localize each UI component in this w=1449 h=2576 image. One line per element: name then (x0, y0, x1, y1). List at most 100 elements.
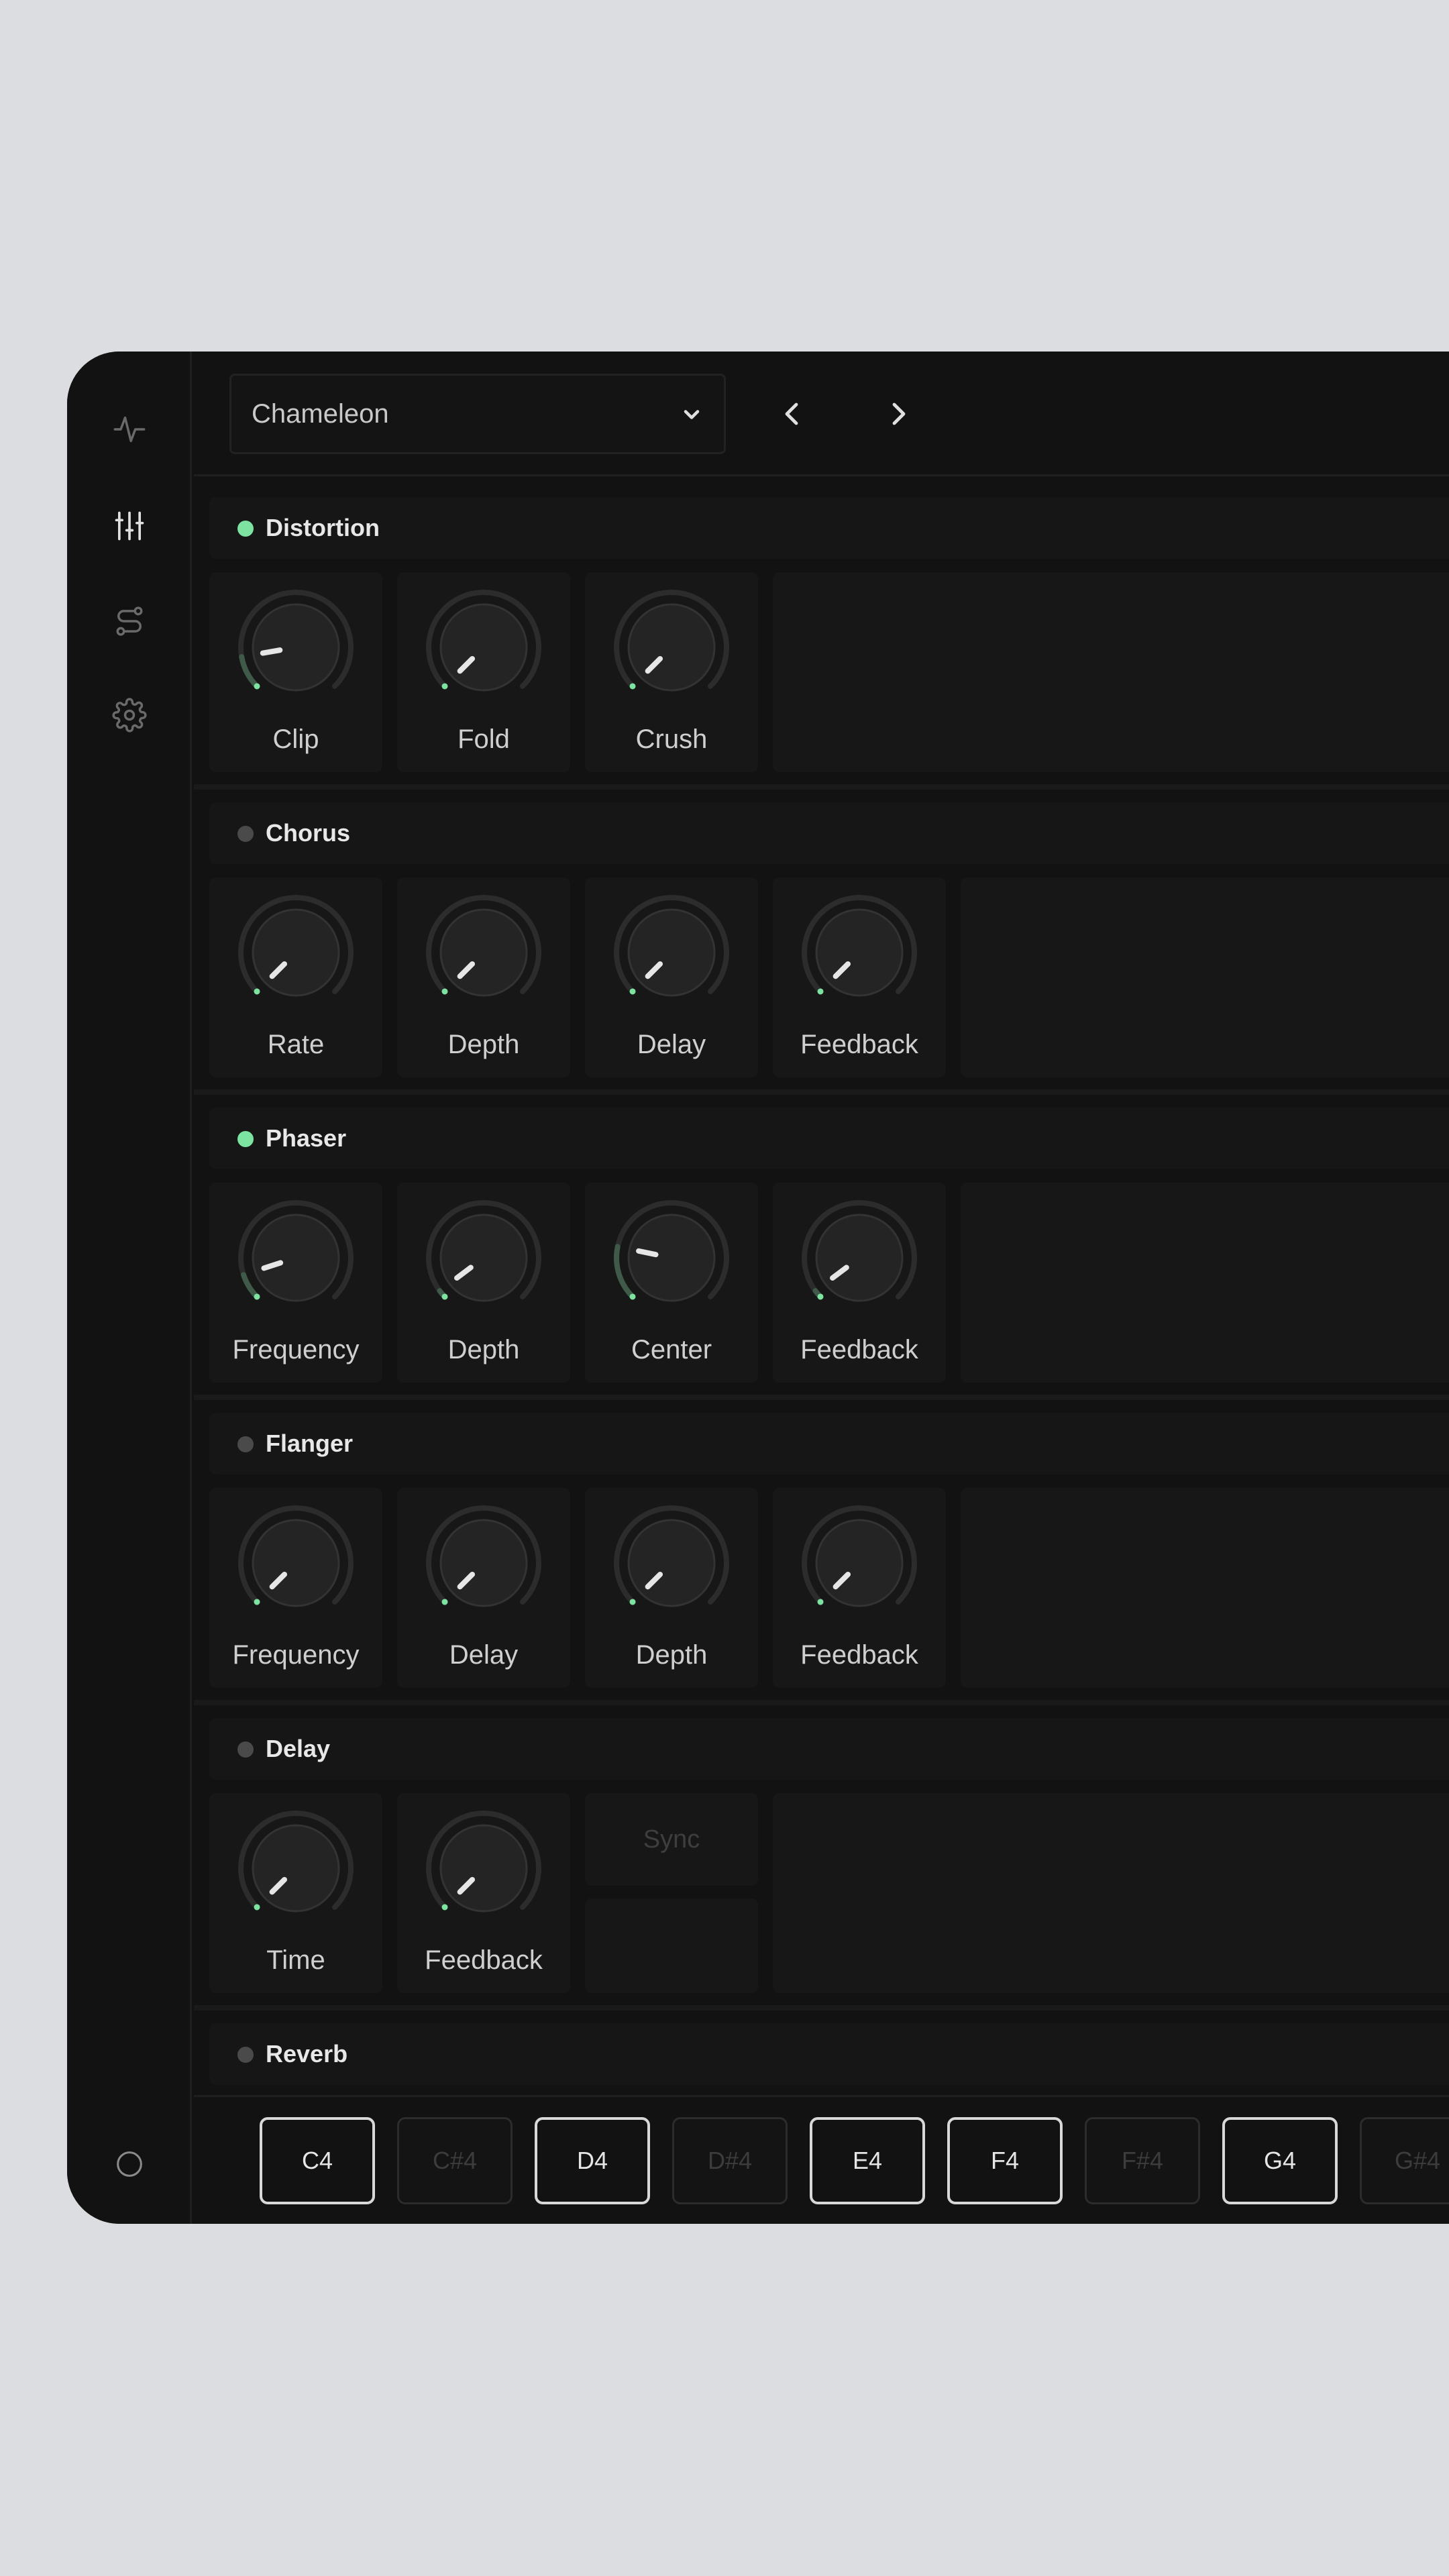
knob-control[interactable]: Time (209, 1793, 382, 1993)
knob-dial[interactable] (612, 1504, 731, 1622)
knob-body (815, 1214, 904, 1302)
knob-body (252, 1214, 340, 1302)
section-header[interactable]: Chorus (209, 802, 1449, 864)
chevron-right-icon (892, 402, 906, 425)
knob-body (627, 1519, 716, 1607)
knob-value-arc (812, 1288, 824, 1299)
section-title: Distortion (266, 514, 380, 541)
enable-indicator[interactable] (237, 1436, 254, 1452)
enable-indicator[interactable] (237, 2047, 254, 2063)
white-key[interactable]: E4 (810, 2117, 925, 2204)
black-key[interactable]: F#4 (1085, 2117, 1200, 2204)
white-key[interactable]: F4 (947, 2117, 1063, 2204)
route-icon[interactable] (109, 601, 150, 641)
knob-control[interactable]: Depth (585, 1488, 758, 1688)
enable-indicator[interactable] (237, 826, 254, 842)
power-icon[interactable] (109, 2144, 150, 2184)
enable-indicator[interactable] (237, 1741, 254, 1758)
knob-dial[interactable] (612, 1199, 731, 1317)
knob-dial[interactable] (237, 894, 355, 1012)
knob-control[interactable]: Delay (397, 1488, 570, 1688)
knob-body (252, 603, 340, 692)
black-key[interactable]: C#4 (397, 2117, 513, 2204)
section-divider (194, 1089, 1449, 1095)
next-preset-button[interactable] (871, 387, 925, 441)
section-header[interactable]: Flanger (209, 1413, 1449, 1474)
section-header[interactable]: Distortion (209, 497, 1449, 559)
enable-indicator[interactable] (237, 1131, 254, 1147)
knob-control[interactable]: Frequency (209, 1183, 382, 1383)
effects-list[interactable]: Distortion Clip Fold Crush Chorus Rate Depth De… (194, 478, 1449, 2095)
preset-select[interactable]: Chameleon (229, 374, 726, 454)
white-key[interactable]: G4 (1222, 2117, 1338, 2204)
knob-dial[interactable] (425, 1504, 543, 1622)
knob-label: Feedback (425, 1945, 543, 1975)
empty-panel (961, 1488, 1449, 1688)
knob-control[interactable]: Rate (209, 877, 382, 1077)
enable-indicator[interactable] (237, 521, 254, 537)
knob-control[interactable]: Feedback (397, 1793, 570, 1993)
knob-body (627, 1214, 716, 1302)
knob-control[interactable]: Frequency (209, 1488, 382, 1688)
knob-control[interactable]: Crush (585, 572, 758, 772)
knob-min-indicator (441, 1599, 448, 1605)
knob-dial[interactable] (237, 588, 355, 706)
knob-min-indicator (254, 988, 260, 995)
knob-control[interactable]: Feedback (773, 1488, 946, 1688)
knob-dial[interactable] (425, 894, 543, 1012)
empty-panel (773, 1793, 1449, 1993)
app-window: Chameleon Distortion Clip Fold Crush Chorus R… (67, 352, 1449, 2224)
knob-dial[interactable] (800, 1199, 918, 1317)
knob-dial[interactable] (800, 894, 918, 1012)
knob-control[interactable]: Depth (397, 1183, 570, 1383)
knob-control[interactable]: Center (585, 1183, 758, 1383)
knob-dial[interactable] (237, 1199, 355, 1317)
knob-label: Frequency (232, 1335, 360, 1364)
knob-label: Delay (637, 1030, 706, 1059)
gear-icon[interactable] (109, 695, 150, 735)
knob-control[interactable]: Clip (209, 572, 382, 772)
black-key[interactable]: G#4 (1360, 2117, 1449, 2204)
black-key[interactable]: D#4 (672, 2117, 788, 2204)
knob-control[interactable]: Depth (397, 877, 570, 1077)
waveform-icon[interactable] (109, 409, 150, 449)
knob-dial[interactable] (800, 1504, 918, 1622)
knob-min-indicator (441, 683, 448, 690)
knob-control[interactable]: Feedback (773, 1183, 946, 1383)
effect-section: Chorus Rate Depth Delay Feedback (194, 802, 1449, 1097)
topbar: Chameleon (194, 352, 1449, 476)
section-title: Reverb (266, 2040, 348, 2068)
knob-min-indicator (629, 683, 636, 690)
sync-button[interactable]: Sync (585, 1793, 758, 1886)
white-key[interactable]: C4 (260, 2117, 375, 2204)
section-header[interactable]: Phaser (209, 1108, 1449, 1169)
effect-section: Distortion Clip Fold Crush (194, 497, 1449, 792)
knob-body (252, 908, 340, 997)
section-controls: Rate Depth Delay Feedback (209, 877, 1449, 1077)
section-divider (194, 2005, 1449, 2010)
white-key[interactable]: D4 (535, 2117, 650, 2204)
knob-control[interactable]: Fold (397, 572, 570, 772)
knob-min-indicator (629, 988, 636, 995)
knob-pointer (260, 647, 283, 656)
chevron-down-icon (684, 410, 700, 419)
empty-panel (961, 877, 1449, 1077)
main-panel: Chameleon Distortion Clip Fold Crush Chorus R… (194, 352, 1449, 2224)
knob-dial[interactable] (237, 1809, 355, 1927)
section-header[interactable]: Delay (209, 1718, 1449, 1780)
previous-preset-button[interactable] (765, 387, 819, 441)
knob-dial[interactable] (425, 588, 543, 706)
knob-control[interactable]: Delay (585, 877, 758, 1077)
knob-dial[interactable] (425, 1199, 543, 1317)
knob-dial[interactable] (237, 1504, 355, 1622)
section-divider (194, 784, 1449, 790)
knob-control[interactable]: Feedback (773, 877, 946, 1077)
knob-dial[interactable] (612, 588, 731, 706)
section-header[interactable]: Reverb (209, 2023, 1449, 2085)
sliders-icon[interactable] (109, 506, 150, 546)
knob-dial[interactable] (612, 894, 731, 1012)
knob-dial[interactable] (425, 1809, 543, 1927)
knob-min-indicator (441, 1904, 448, 1911)
section-title: Phaser (266, 1124, 347, 1152)
knob-label: Delay (449, 1640, 519, 1670)
